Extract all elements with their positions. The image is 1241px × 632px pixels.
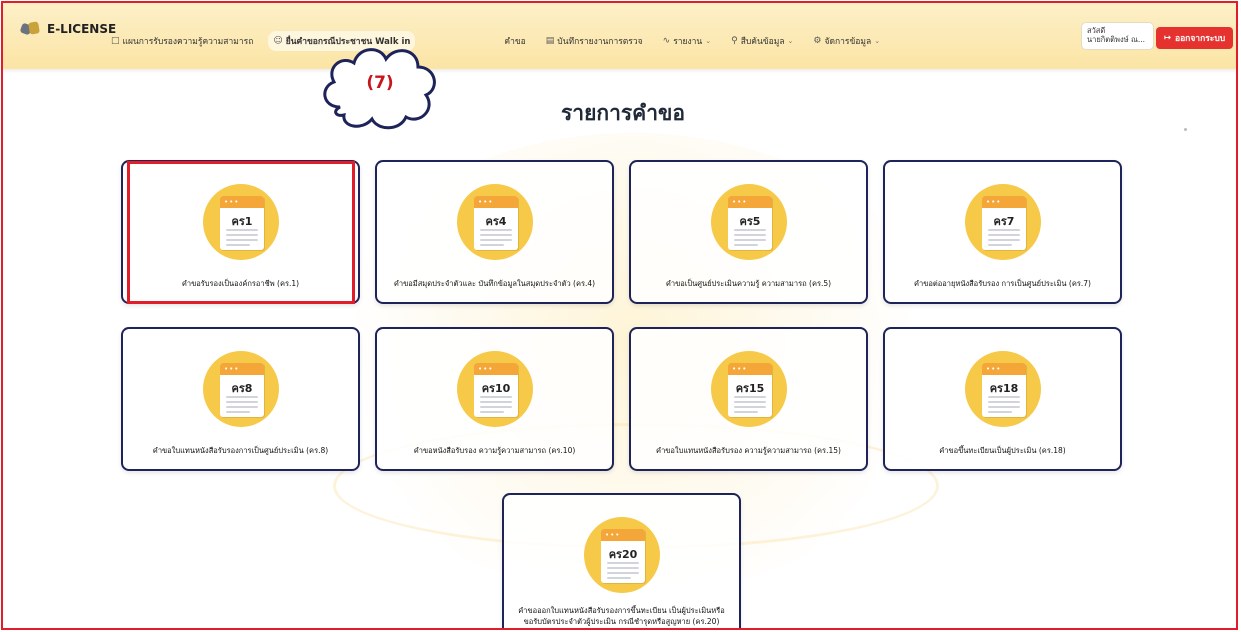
- card-title: คำขอเป็นศูนย์ประเมินความรู้ ความสามารถ (…: [665, 279, 832, 288]
- menu-item-manage[interactable]: ⚙ จัดการข้อมูล ⌄: [808, 31, 885, 51]
- form-code: คร4: [485, 215, 507, 228]
- menu-item-label: บันทึกรายงานการตรวจ: [557, 37, 643, 47]
- menu-item-inspection-report[interactable]: ▤ บันทึกรายงานการตรวจ: [541, 31, 648, 51]
- card-title: คำขอออกใบแทนหนังสือรับรองการขึ้นทะเบียน …: [518, 606, 725, 626]
- menu-item-label: รายงาน: [673, 37, 703, 47]
- search-icon: ⚲: [731, 36, 738, 46]
- chevron-down-icon: ⌄: [874, 37, 881, 45]
- gear-icon: ⚙: [813, 36, 822, 46]
- logout-label: ออกจากระบบ: [1174, 34, 1226, 44]
- decorative-dot: [1184, 128, 1187, 131]
- app-frame: E-LICENSE □ แผนการรับรองความรู้ความสามาร…: [1, 1, 1238, 630]
- annotation-label: (7): [366, 73, 394, 93]
- card-title: คำขอใบแทนหนังสือรับรอง ความรู้ความสามารถ…: [656, 446, 841, 455]
- chevron-down-icon: ⌄: [787, 37, 794, 45]
- form-icon: ••• คร7: [965, 184, 1041, 260]
- card-title: คำขอต่ออายุหนังสือรับรอง การเป็นศูนย์ประ…: [914, 279, 1091, 288]
- form-code: คร10: [481, 382, 511, 395]
- menu-item-plan[interactable]: □ แผนการรับรองความรู้ความสามารถ: [106, 31, 258, 51]
- document-icon: ••• คร15: [728, 363, 772, 417]
- request-card[interactable]: ••• คร7 คำขอต่ออายุหนังสือรับรอง การเป็นศู…: [883, 160, 1122, 304]
- user-profile[interactable]: สวัสดี นายกิตติพงษ์ ณ...: [1082, 23, 1153, 49]
- request-card[interactable]: ••• คร18 คำขอขึ้นทะเบียนเป็นผู้ประเมิน (คร…: [883, 327, 1122, 471]
- form-icon: ••• คร20: [584, 517, 660, 593]
- brand-logo-icon: [19, 21, 41, 36]
- form-code: คร8: [231, 382, 253, 395]
- brand[interactable]: E-LICENSE: [19, 21, 116, 36]
- document-icon: ••• คร18: [982, 363, 1026, 417]
- document-icon: ••• คร7: [982, 196, 1026, 250]
- logout-icon: ↦: [1163, 33, 1171, 43]
- main-menu: □ แผนการรับรองความรู้ความสามารถ ☺ ยื่นคำ…: [106, 31, 885, 51]
- form-icon: ••• คร5: [711, 184, 787, 260]
- form-code: คร5: [739, 215, 761, 228]
- request-card[interactable]: ••• คร5 คำขอเป็นศูนย์ประเมินความรู้ ความสา…: [629, 160, 868, 304]
- menu-item-label: แผนการรับรองความรู้ความสามารถ: [122, 37, 254, 47]
- request-card[interactable]: ••• คร8 คำขอใบแทนหนังสือรับรองการเป็นศูนย์…: [121, 327, 360, 471]
- highlight-box: [127, 161, 355, 304]
- menu-item-requests[interactable]: คำขอ: [499, 31, 530, 51]
- form-icon: ••• คร10: [457, 351, 533, 427]
- document-icon: ••• คร10: [474, 363, 518, 417]
- user-icon: ☺: [273, 36, 283, 46]
- form-code: คร20: [608, 548, 638, 561]
- card-title: คำขอหนังสือรับรอง ความรู้ความสามารถ (คร.…: [413, 446, 576, 455]
- activity-icon: ∿: [662, 36, 671, 46]
- form-icon: ••• คร15: [711, 351, 787, 427]
- form-code: คร15: [735, 382, 765, 395]
- menu-item-label: คำขอ: [504, 37, 526, 47]
- request-card[interactable]: ••• คร15 คำขอใบแทนหนังสือรับรอง ความรู้ควา…: [629, 327, 868, 471]
- menu-item-label: สืบค้นข้อมูล: [740, 37, 785, 47]
- document-icon: ••• คร8: [220, 363, 264, 417]
- form-icon: ••• คร4: [457, 184, 533, 260]
- form-code: คร7: [993, 215, 1015, 228]
- menu-item-search[interactable]: ⚲ สืบค้นข้อมูล ⌄: [726, 31, 798, 51]
- request-card[interactable]: ••• คร10 คำขอหนังสือรับรอง ความรู้ความสามา…: [375, 327, 614, 471]
- user-name: นายกิตติพงษ์ ณ...: [1087, 35, 1146, 44]
- document-icon: ••• คร20: [601, 529, 645, 583]
- clipboard-icon: ▤: [545, 36, 555, 46]
- card-title: คำขอใบแทนหนังสือรับรองการเป็นศูนย์ประเมิ…: [152, 446, 329, 455]
- card-title: คำขอขึ้นทะเบียนเป็นผู้ประเมิน (คร.18): [939, 446, 1066, 455]
- request-card[interactable]: ••• คร4 คำขอมีสมุดประจำตัวและ บันทึกข้อมูล…: [375, 160, 614, 304]
- page-title: รายการคำขอ: [561, 101, 685, 125]
- book-icon: □: [111, 36, 120, 46]
- top-navbar: E-LICENSE □ แผนการรับรองความรู้ความสามาร…: [3, 3, 1236, 69]
- form-code: คร18: [989, 382, 1019, 395]
- request-card[interactable]: ••• คร20 คำขอออกใบแทนหนังสือรับรองการขึ้นท…: [502, 493, 741, 628]
- user-greeting: สวัสดี: [1087, 26, 1106, 35]
- document-icon: ••• คร4: [474, 196, 518, 250]
- card-title: คำขอมีสมุดประจำตัวและ บันทึกข้อมูลในสมุด…: [393, 279, 596, 288]
- menu-item-reports[interactable]: ∿ รายงาน ⌄: [658, 31, 716, 51]
- form-icon: ••• คร8: [203, 351, 279, 427]
- logout-button[interactable]: ↦ ออกจากระบบ: [1156, 27, 1233, 49]
- document-icon: ••• คร5: [728, 196, 772, 250]
- menu-item-label: จัดการข้อมูล: [824, 37, 872, 47]
- chevron-down-icon: ⌄: [705, 37, 712, 45]
- form-icon: ••• คร18: [965, 351, 1041, 427]
